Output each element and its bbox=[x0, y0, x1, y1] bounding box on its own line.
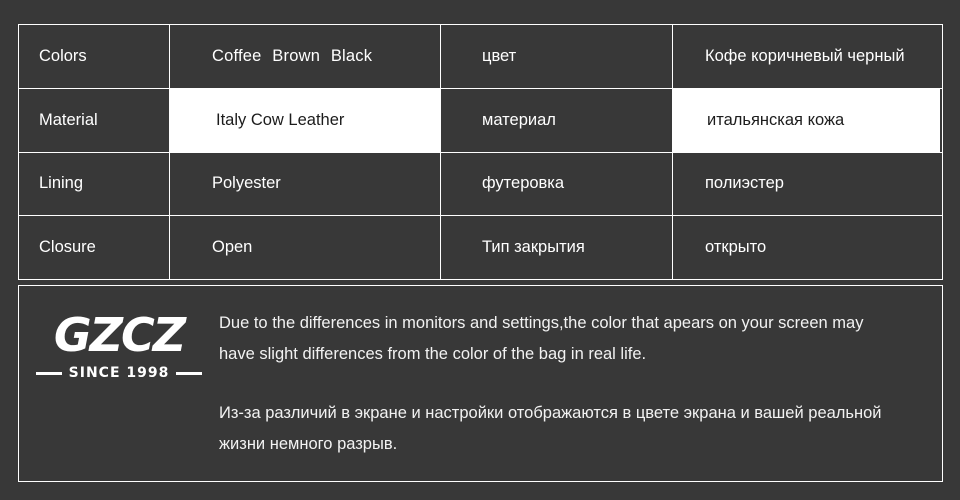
spec-label-ru-colors: цвет bbox=[441, 25, 673, 88]
disclaimer-paragraph-en: Due to the differences in monitors and s… bbox=[219, 314, 864, 363]
disclaimer-paragraph-ru: Из-за различий в экране и настройки отоб… bbox=[219, 404, 882, 453]
disclaimer-panel: GZCZ SINCE 1998 Due to the differences i… bbox=[18, 285, 943, 482]
spec-value-ru-material: итальянская кожа bbox=[673, 88, 940, 152]
spec-label-en-colors: Colors bbox=[19, 25, 170, 88]
table-row: Material Italy Cow Leather материал итал… bbox=[19, 88, 942, 153]
spec-label-ru-closure: Тип закрытия bbox=[441, 216, 673, 279]
table-row: Closure Open Тип закрытия открыто bbox=[19, 216, 942, 279]
product-spec-table: Colors Coffee Brown Black цвет Кофе кори… bbox=[18, 24, 943, 280]
spec-value-ru-colors: Кофе коричневый черный bbox=[673, 25, 940, 88]
spec-value-en-lining: Polyester bbox=[170, 152, 441, 216]
spec-label-ru-lining: футеровка bbox=[441, 152, 673, 216]
logo-rule-right-icon bbox=[176, 371, 203, 375]
spec-value-en-material: Italy Cow Leather bbox=[170, 88, 441, 152]
spec-value-en-colors: Coffee Brown Black bbox=[170, 25, 441, 88]
spec-label-ru-material: материал bbox=[441, 88, 673, 152]
logo-rule-left-icon bbox=[35, 371, 62, 375]
spec-label-en-material: Material bbox=[19, 88, 170, 152]
spec-value-ru-closure: открыто bbox=[673, 216, 940, 279]
table-row: Lining Polyester футеровка полиэстер bbox=[19, 152, 942, 217]
spec-value-en-closure: Open bbox=[170, 216, 441, 279]
brand-since-text: SINCE 1998 bbox=[68, 365, 170, 381]
spec-label-en-closure: Closure bbox=[19, 216, 170, 279]
spec-value-ru-lining: полиэстер bbox=[673, 152, 940, 216]
table-row: Colors Coffee Brown Black цвет Кофе кори… bbox=[19, 25, 942, 89]
brand-logo: GZCZ SINCE 1998 bbox=[19, 286, 219, 381]
disclaimer-text-block: Due to the differences in monitors and s… bbox=[219, 286, 942, 460]
spec-label-en-lining: Lining bbox=[19, 152, 170, 216]
brand-wordmark: GZCZ bbox=[53, 308, 186, 362]
brand-since-line: SINCE 1998 bbox=[35, 365, 203, 381]
